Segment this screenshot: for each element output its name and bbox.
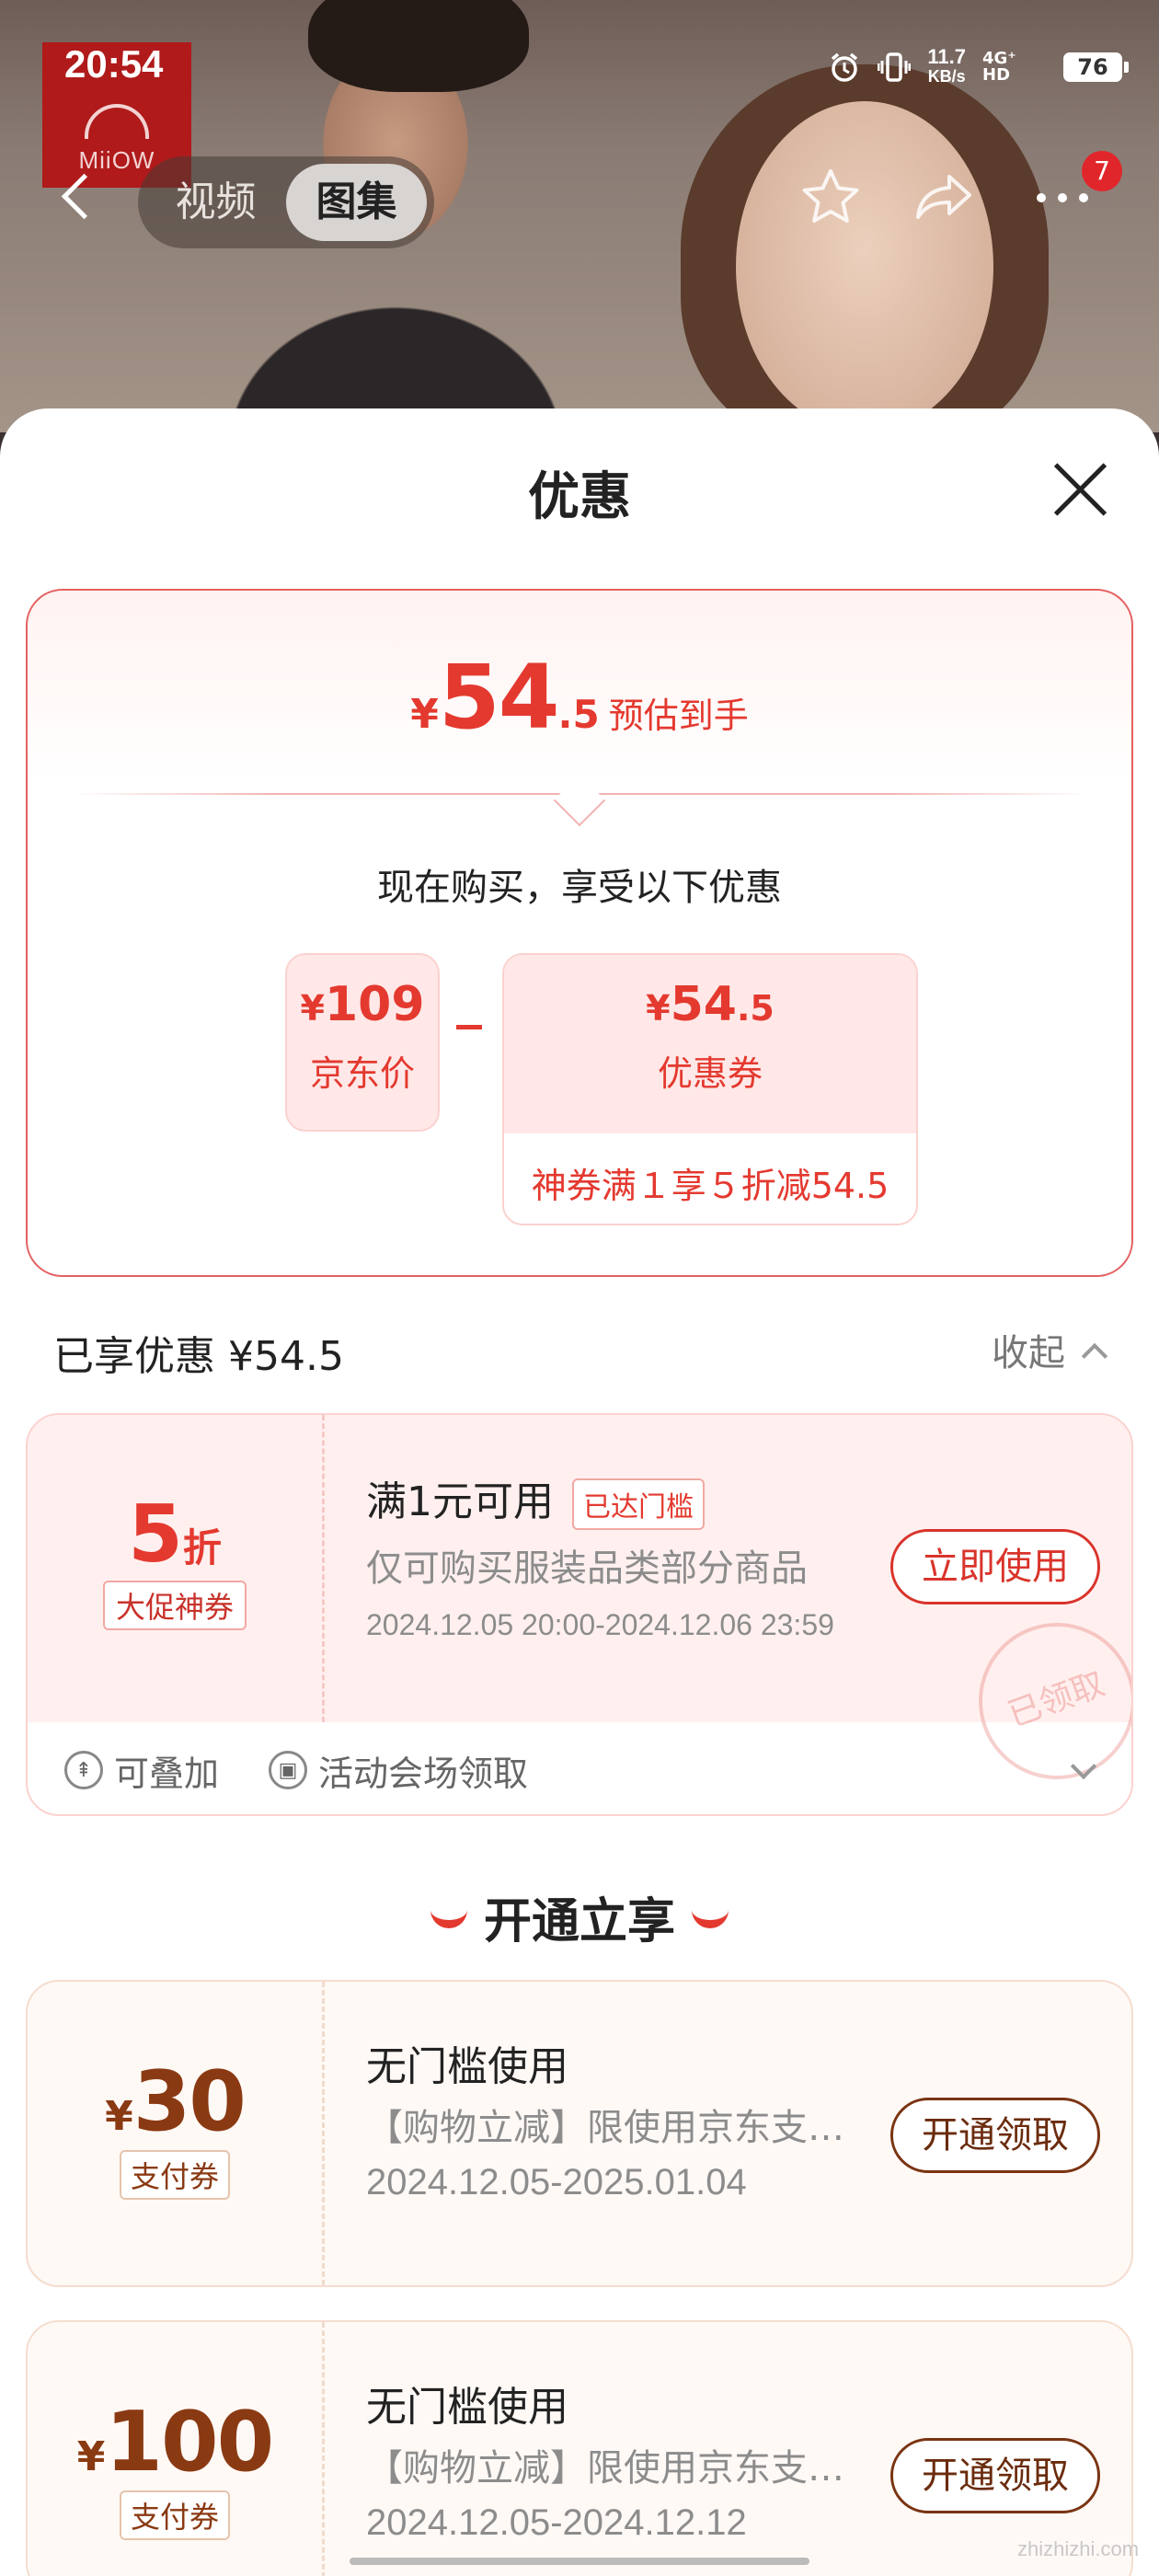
coupon-type-tag: 大促神券 bbox=[102, 1581, 247, 1630]
discount-number: 5 bbox=[128, 1489, 183, 1581]
status-bar: 20:54 11.7 KB/s 4G⁺ HD 76 bbox=[0, 0, 1159, 92]
pay-coupon-value: 100 bbox=[105, 2394, 274, 2490]
source-label: 活动会场领取 bbox=[318, 1753, 529, 1794]
coupon-label: 优惠券 bbox=[657, 1053, 763, 1094]
collapse-button[interactable]: 收起 bbox=[992, 1323, 1108, 1376]
message-count-badge: 7 bbox=[1082, 151, 1122, 191]
jd-price-label: 京东价 bbox=[309, 1053, 415, 1094]
favorite-star-icon[interactable] bbox=[797, 164, 865, 232]
pay-coupon-currency: ¥ bbox=[76, 2433, 106, 2480]
coupon-price-box: ¥54.5 优惠券 神券满１享５折减54.5 bbox=[502, 953, 918, 1225]
pay-coupon-card: ¥100 支付券 无门槛使用 【购物立减】限使用京东支… 2024.12.05-… bbox=[26, 2320, 1133, 2576]
pay-coupon-title: 无门槛使用 bbox=[366, 2043, 568, 2090]
est-label: 预估到手 bbox=[608, 696, 749, 736]
coupon-dec: .5 bbox=[736, 988, 775, 1029]
coupon-card: 5折 大促神券 满1元可用 已达门槛 仅可购买服装品类部分商品 2024.12.0… bbox=[26, 1413, 1133, 1816]
coupon-date: 2024.12.05 20:00-2024.12.06 23:59 bbox=[366, 1608, 834, 1641]
share-icon[interactable] bbox=[911, 164, 979, 232]
minus-sign bbox=[456, 1025, 482, 1029]
close-icon[interactable] bbox=[1050, 460, 1109, 519]
est-currency: ¥ bbox=[410, 691, 439, 738]
status-icons: 11.7 KB/s 4G⁺ HD 76 bbox=[828, 45, 1129, 86]
alarm-icon bbox=[828, 51, 861, 84]
vibrate-icon bbox=[878, 51, 912, 84]
net-speed-unit: KB/s bbox=[927, 67, 966, 86]
coupon-discount: 5折 大促神券 bbox=[28, 1489, 322, 1630]
pay-coupon-currency: ¥ bbox=[105, 2093, 133, 2140]
use-now-button[interactable]: 立即使用 bbox=[890, 1529, 1100, 1604]
net-speed: 11.7 KB/s bbox=[927, 45, 966, 86]
est-dec: .5 bbox=[557, 692, 600, 737]
coupon-rule: 神券满１享５折减54.5 bbox=[531, 1166, 889, 1206]
battery-indicator: 76 bbox=[1063, 52, 1129, 82]
watermark: zhizhizhi.com bbox=[1017, 2537, 1140, 2560]
pay-coupon-date: 2024.12.05-2025.01.04 bbox=[366, 2162, 747, 2202]
smile-right-icon bbox=[692, 1910, 729, 1928]
pay-coupon-tag: 支付券 bbox=[119, 2150, 230, 2200]
collapse-label: 收起 bbox=[992, 1332, 1065, 1374]
threshold-reached-badge: 已达门槛 bbox=[572, 1478, 705, 1530]
pay-coupon-date: 2024.12.05-2024.12.12 bbox=[366, 2502, 747, 2543]
home-indicator[interactable] bbox=[350, 2558, 809, 2565]
coupon-separator bbox=[322, 2322, 325, 2576]
coupon-title: 满1元可用 bbox=[366, 1478, 554, 1525]
estimated-price: ¥54.5 预估到手 bbox=[28, 646, 1131, 749]
jd-price-value: 109 bbox=[324, 977, 425, 1032]
chevron-down-icon[interactable] bbox=[1070, 1753, 1097, 1780]
enjoyed-discount: 已享优惠 ¥54.5 bbox=[53, 1333, 344, 1380]
open-claim-button[interactable]: 开通领取 bbox=[890, 2438, 1100, 2513]
coupon-title-row: 满1元可用 已达门槛 bbox=[366, 1468, 705, 1530]
stack-icon: ⇞ bbox=[64, 1751, 103, 1789]
pay-coupon-tag: 支付券 bbox=[119, 2490, 230, 2540]
est-int: 54 bbox=[438, 646, 560, 749]
jd-price-currency: ¥ bbox=[300, 988, 325, 1029]
coupon-separator bbox=[322, 1982, 325, 2285]
pay-coupon-value: 30 bbox=[132, 2053, 247, 2150]
tab-gallery[interactable]: 图集 bbox=[286, 164, 427, 241]
signal-4g-hd: 4G⁺ HD bbox=[982, 48, 1016, 85]
ticket-icon: ▣ bbox=[269, 1751, 308, 1789]
pay-coupon-card: ¥30 支付券 无门槛使用 【购物立减】限使用京东支… 2024.12.05-2… bbox=[26, 1980, 1133, 2287]
price-summary-card: ¥54.5 预估到手 现在购买，享受以下优惠 ¥109 京东价 ¥54.5 优惠券… bbox=[26, 589, 1133, 1277]
jd-price-box: ¥109 京东价 bbox=[285, 953, 440, 1132]
coupon-footer[interactable]: ⇞ 可叠加 ▣ 活动会场领取 bbox=[28, 1722, 1131, 1814]
stackable-label: 可叠加 bbox=[114, 1753, 220, 1794]
top-nav: 视频 图集 7 bbox=[0, 147, 1159, 248]
coupon-desc: 仅可购买服装品类部分商品 bbox=[366, 1547, 808, 1590]
open-claim-button[interactable]: 开通领取 bbox=[890, 2098, 1100, 2173]
discount-unit: 折 bbox=[182, 1525, 222, 1570]
pay-coupon-amount: ¥30 支付券 bbox=[28, 2053, 322, 2200]
sheet-title: 优惠 bbox=[528, 467, 631, 527]
divider-notch bbox=[553, 774, 606, 827]
back-icon[interactable] bbox=[57, 171, 98, 226]
pay-coupon-title: 无门槛使用 bbox=[366, 2384, 568, 2431]
pay-coupon-desc: 【购物立减】限使用京东支… bbox=[366, 2107, 844, 2149]
pay-coupon-amount: ¥100 支付券 bbox=[28, 2394, 322, 2540]
section-title: 开通立享 bbox=[0, 1882, 1159, 1951]
buy-now-text: 现在购买，享受以下优惠 bbox=[377, 867, 782, 909]
tab-video[interactable]: 视频 bbox=[145, 164, 286, 241]
pay-coupon-desc: 【购物立减】限使用京东支… bbox=[366, 2447, 844, 2490]
cat-logo-icon bbox=[85, 104, 149, 139]
coupon-separator bbox=[322, 1415, 325, 1722]
chevron-up-icon bbox=[1081, 1342, 1108, 1370]
net-speed-value: 11.7 bbox=[927, 45, 966, 68]
status-time: 20:54 bbox=[64, 42, 164, 86]
smile-left-icon bbox=[430, 1910, 467, 1928]
coupon-currency: ¥ bbox=[646, 988, 671, 1029]
media-tab-switch: 视频 图集 bbox=[138, 156, 434, 248]
coupon-value: 54 bbox=[670, 977, 737, 1032]
section-title-text: 开通立享 bbox=[483, 1894, 675, 1949]
